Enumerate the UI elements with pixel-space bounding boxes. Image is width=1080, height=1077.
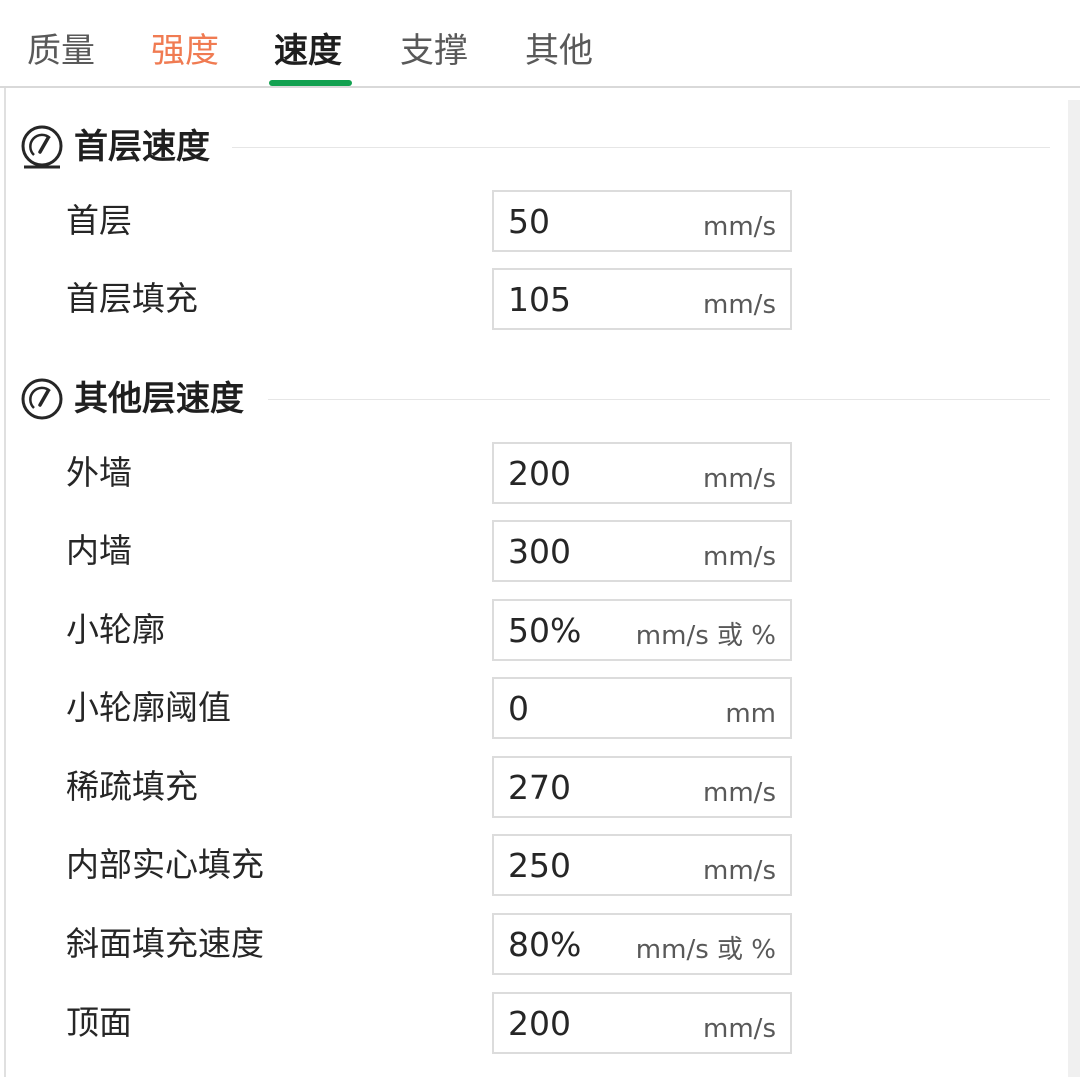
small-perimeter-threshold-input[interactable]: 0 mm xyxy=(492,677,792,739)
input-value: 80% xyxy=(508,925,582,964)
setting-label: 内墙 xyxy=(66,531,132,570)
input-value: 300 xyxy=(508,532,571,571)
setting-label: 斜面填充速度 xyxy=(66,924,264,963)
setting-label: 稀疏填充 xyxy=(66,767,198,806)
speedometer-icon xyxy=(21,125,63,169)
setting-label: 首层 xyxy=(66,201,132,240)
internal-solid-infill-speed-input[interactable]: 250 mm/s xyxy=(492,834,792,896)
input-value: 200 xyxy=(508,1004,571,1043)
setting-label: 顶面 xyxy=(66,1003,132,1042)
input-value: 50 xyxy=(508,202,550,241)
unit-label: mm/s 或 % xyxy=(635,935,776,965)
unit-label: mm/s xyxy=(703,290,776,320)
setting-row-first-layer: 首层 50 mm/s xyxy=(0,190,1060,252)
tab-support[interactable]: 支撑 xyxy=(400,28,468,74)
setting-row-gap-infill: 斜面填充速度 80% mm/s 或 % xyxy=(0,913,1060,975)
setting-row-inner-wall: 内墙 300 mm/s xyxy=(0,520,1060,582)
top-surface-speed-input[interactable]: 200 mm/s xyxy=(492,992,792,1054)
first-layer-speed-input[interactable]: 50 mm/s xyxy=(492,190,792,252)
inner-wall-speed-input[interactable]: 300 mm/s xyxy=(492,520,792,582)
unit-label: mm xyxy=(725,699,776,729)
small-perimeter-speed-input[interactable]: 50% mm/s 或 % xyxy=(492,599,792,661)
setting-row-small-perimeter: 小轮廓 50% mm/s 或 % xyxy=(0,599,1060,661)
gap-infill-speed-input[interactable]: 80% mm/s 或 % xyxy=(492,913,792,975)
setting-row-outer-wall: 外墙 200 mm/s xyxy=(0,442,1060,504)
section-title: 其他层速度 xyxy=(74,379,244,419)
setting-row-internal-solid-infill: 内部实心填充 250 mm/s xyxy=(0,834,1060,896)
outer-wall-speed-input[interactable]: 200 mm/s xyxy=(492,442,792,504)
section-header-first-layer-speed: 首层速度 xyxy=(20,122,1050,172)
setting-label: 外墙 xyxy=(66,453,132,492)
first-layer-infill-speed-input[interactable]: 105 mm/s xyxy=(492,268,792,330)
tab-strength[interactable]: 强度 xyxy=(151,28,219,74)
setting-row-sparse-infill: 稀疏填充 270 mm/s xyxy=(0,756,1060,818)
setting-label: 首层填充 xyxy=(66,279,198,318)
active-tab-indicator xyxy=(269,80,352,86)
setting-row-top-surface: 顶面 200 mm/s xyxy=(0,992,1060,1054)
tab-bar: 质量 强度 速度 支撑 其他 xyxy=(0,0,1080,88)
unit-label: mm/s xyxy=(703,778,776,808)
unit-label: mm/s 或 % xyxy=(635,621,776,651)
unit-label: mm/s xyxy=(703,464,776,494)
input-value: 105 xyxy=(508,280,571,319)
setting-label: 内部实心填充 xyxy=(66,845,264,884)
tab-quality[interactable]: 质量 xyxy=(27,28,95,74)
setting-row-first-layer-infill: 首层填充 105 mm/s xyxy=(0,268,1060,330)
unit-label: mm/s xyxy=(703,856,776,886)
setting-row-small-perimeter-threshold: 小轮廓阈值 0 mm xyxy=(0,677,1060,739)
input-value: 200 xyxy=(508,454,571,493)
setting-label: 小轮廓阈值 xyxy=(66,688,231,727)
input-value: 250 xyxy=(508,846,571,885)
tab-others[interactable]: 其他 xyxy=(525,28,593,74)
speedometer-icon xyxy=(21,378,63,420)
sparse-infill-speed-input[interactable]: 270 mm/s xyxy=(492,756,792,818)
tab-speed[interactable]: 速度 xyxy=(274,28,342,74)
input-value: 50% xyxy=(508,611,582,650)
scrollbar[interactable] xyxy=(1068,100,1080,1077)
unit-label: mm/s xyxy=(703,1014,776,1044)
section-header-other-layers-speed: 其他层速度 xyxy=(20,374,1050,424)
unit-label: mm/s xyxy=(703,212,776,242)
section-divider xyxy=(232,147,1050,148)
section-title: 首层速度 xyxy=(74,127,210,167)
input-value: 270 xyxy=(508,768,571,807)
setting-label: 小轮廓 xyxy=(66,610,165,649)
input-value: 0 xyxy=(508,689,529,728)
unit-label: mm/s xyxy=(703,542,776,572)
section-divider xyxy=(268,399,1050,400)
